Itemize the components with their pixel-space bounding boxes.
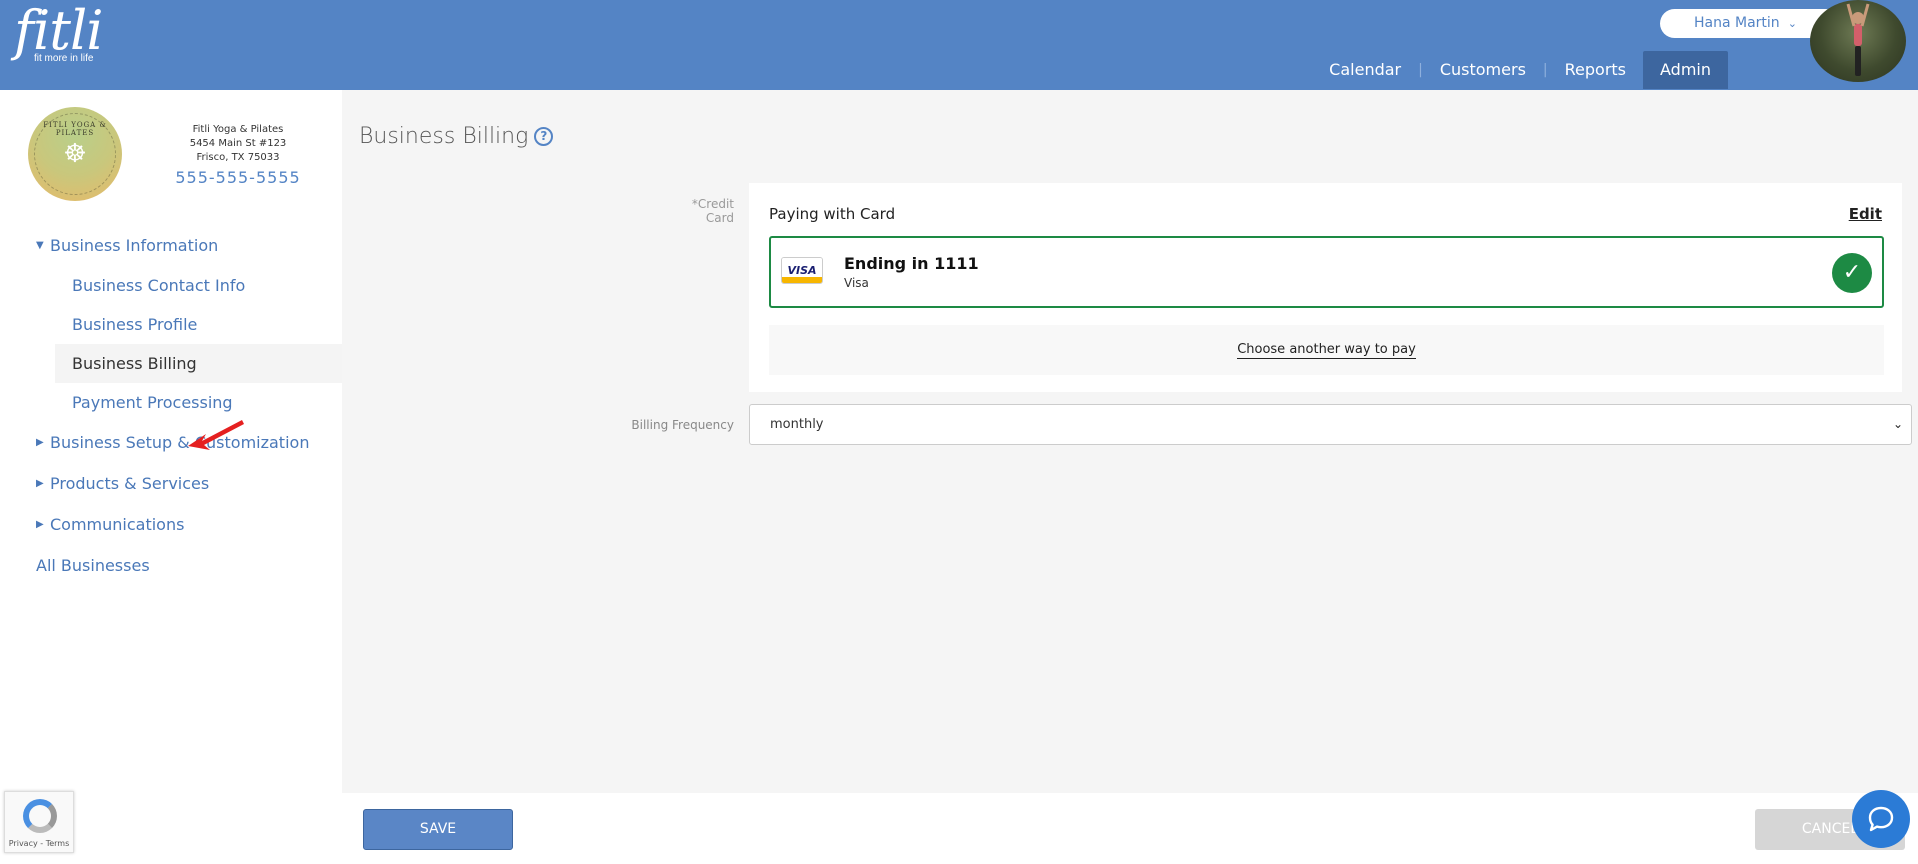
menu-label: Products & Services xyxy=(50,474,210,493)
business-phone[interactable]: 555-555-5555 xyxy=(168,170,308,186)
logo-tagline: fit more in life xyxy=(34,53,94,64)
menu-business-information[interactable]: ▼ Business Information xyxy=(0,225,342,266)
menu-all-businesses[interactable]: All Businesses xyxy=(0,545,342,586)
menu-label: Communications xyxy=(50,515,185,534)
credit-card-label: *Credit Card xyxy=(691,197,734,225)
business-info: Fitli Yoga & Pilates 5454 Main St #123 F… xyxy=(168,123,308,186)
choose-another-label: Choose another way to pay xyxy=(1237,342,1416,359)
main-content: Business Billing? *Credit Card Paying wi… xyxy=(342,90,1918,793)
menu-business-contact-info[interactable]: Business Contact Info xyxy=(0,266,342,305)
menu-business-setup[interactable]: ▶ Business Setup & Customization xyxy=(0,422,342,463)
sidebar: FITLI YOGA & PILATES ☸ Fitli Yoga & Pila… xyxy=(0,90,342,864)
caret-right-icon: ▶ xyxy=(36,478,44,489)
app-page: fitli fit more in life Hana Martin ⌄ Cale… xyxy=(0,0,1918,864)
nav-customers[interactable]: Customers xyxy=(1423,51,1543,89)
choose-another-way-button[interactable]: Choose another way to pay xyxy=(769,325,1884,375)
nav-admin[interactable]: Admin xyxy=(1643,51,1728,89)
nav-calendar[interactable]: Calendar xyxy=(1312,51,1418,89)
business-name: Fitli Yoga & Pilates xyxy=(192,124,284,135)
visa-card-icon: VISA xyxy=(781,257,823,284)
nav-reports[interactable]: Reports xyxy=(1548,51,1643,89)
billing-frequency-value: monthly xyxy=(770,417,824,432)
menu-communications[interactable]: ▶ Communications xyxy=(0,504,342,545)
top-bar: fitli fit more in life Hana Martin ⌄ Cale… xyxy=(0,0,1918,90)
chat-bubble-glyph xyxy=(1868,806,1894,832)
address-line2: Frisco, TX 75033 xyxy=(196,152,280,163)
menu-business-billing[interactable]: Business Billing xyxy=(55,344,342,383)
business-logo: FITLI YOGA & PILATES ☸ xyxy=(28,107,122,201)
caret-right-icon: ▶ xyxy=(36,519,44,530)
menu-label: Business Information xyxy=(50,236,219,255)
form-footer: SAVE CANCEL xyxy=(342,793,1918,864)
recaptcha-icon xyxy=(23,799,57,833)
recaptcha-badge[interactable]: Privacy - Terms xyxy=(4,791,74,853)
fitli-logo[interactable]: fitli fit more in life xyxy=(14,0,103,65)
selected-card[interactable]: VISA Ending in 1111 Visa ✓ xyxy=(769,236,1884,308)
avatar-photo xyxy=(1846,3,1870,76)
chevron-down-icon: ⌄ xyxy=(1892,417,1903,431)
user-name: Hana Martin xyxy=(1694,15,1780,31)
save-button[interactable]: SAVE xyxy=(363,809,513,850)
avatar[interactable] xyxy=(1810,0,1906,82)
help-icon[interactable]: ? xyxy=(534,127,554,146)
menu-payment-processing[interactable]: Payment Processing xyxy=(0,383,342,422)
payment-card-panel: Paying with Card Edit VISA Ending in 111… xyxy=(749,183,1902,392)
card-ending: Ending in 1111 xyxy=(844,254,979,273)
chevron-down-icon: ⌄ xyxy=(1787,17,1797,30)
card-brand: Visa xyxy=(844,276,869,290)
address-line1: 5454 Main St #123 xyxy=(189,138,287,149)
billing-frequency-select[interactable]: monthly ⌄ xyxy=(749,404,1912,445)
menu-products-services[interactable]: ▶ Products & Services xyxy=(0,463,342,504)
edit-card-link[interactable]: Edit xyxy=(1849,205,1882,223)
billing-frequency-label: Billing Frequency xyxy=(631,418,734,432)
main-nav: Calendar | Customers | Reports Admin xyxy=(1312,51,1728,89)
paying-with-card-heading: Paying with Card xyxy=(769,205,896,223)
page-title: Business Billing? xyxy=(359,124,554,149)
admin-menu: ▼ Business Information Business Contact … xyxy=(0,225,342,586)
red-arrow-annotation-icon xyxy=(188,420,244,450)
caret-down-icon: ▼ xyxy=(36,240,44,251)
caret-right-icon: ▶ xyxy=(36,437,44,448)
chat-icon[interactable] xyxy=(1852,790,1910,848)
recaptcha-links[interactable]: Privacy - Terms xyxy=(5,839,73,848)
check-icon: ✓ xyxy=(1832,253,1872,293)
visa-badge-text: VISA xyxy=(782,264,822,277)
page-title-text: Business Billing xyxy=(359,124,529,149)
logo-word: fitli xyxy=(14,0,103,62)
menu-business-profile[interactable]: Business Profile xyxy=(0,305,342,344)
menu-label: Business Setup & Customization xyxy=(50,433,310,452)
logo-text: FITLI YOGA & PILATES xyxy=(43,121,107,137)
